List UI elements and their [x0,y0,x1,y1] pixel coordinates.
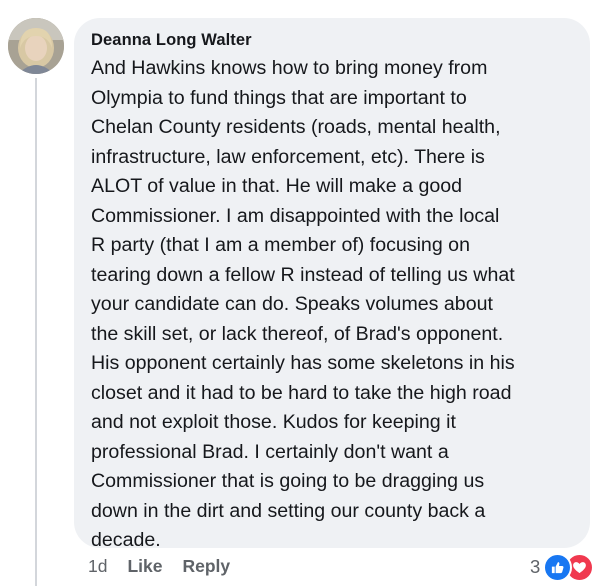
comment-timestamp[interactable]: 1d [88,556,107,577]
like-icon [543,552,573,582]
comment-author-name[interactable]: Deanna Long Walter [91,29,572,51]
reaction-count: 3 [530,556,541,577]
thread-line [35,78,37,586]
heart-icon [573,561,587,573]
comment-bubble: Deanna Long Walter And Hawkins knows how… [74,18,590,551]
comment-actions: 1d Like Reply [88,556,230,577]
like-button[interactable]: Like [127,556,162,577]
avatar[interactable] [8,18,64,74]
reaction-summary[interactable]: 3 [530,552,595,582]
profile-photo-icon [8,18,64,74]
thumbs-up-icon [552,561,564,573]
comment-text: And Hawkins knows how to bring money fro… [91,57,515,551]
reply-button[interactable]: Reply [183,556,231,577]
comment-thread: Deanna Long Walter And Hawkins knows how… [0,0,606,586]
